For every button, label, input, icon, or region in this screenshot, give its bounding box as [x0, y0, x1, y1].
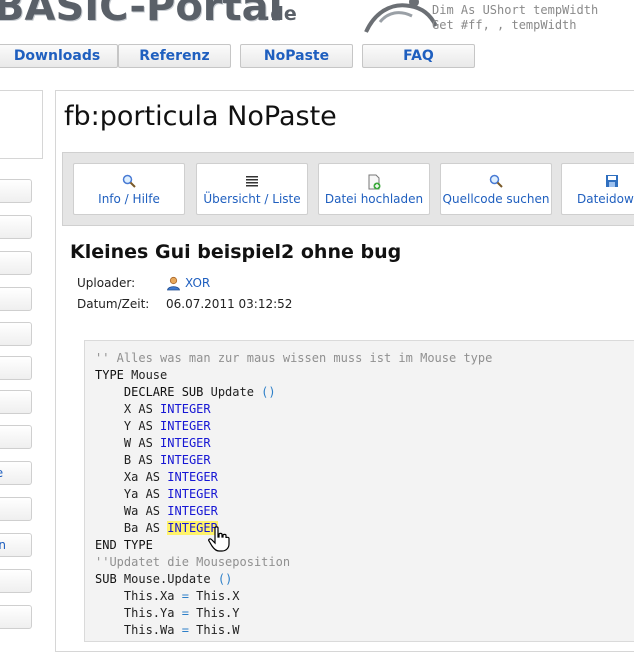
code-operator: = [181, 606, 189, 620]
code-text: Xa [95, 470, 146, 484]
code-operator: () [261, 385, 276, 399]
nav-referenz[interactable]: Referenz [118, 44, 231, 68]
sidebar-item[interactable] [0, 179, 32, 203]
code-keyword: SUB [95, 572, 117, 586]
info-help-button[interactable]: Info / Hilfe [73, 163, 185, 215]
code-keyword: AS [138, 436, 153, 450]
code-keyword: TYPE [95, 368, 124, 382]
code-text: Y [95, 419, 139, 433]
code-type: INTEGER [167, 470, 218, 484]
sidebar-item[interactable] [0, 322, 32, 346]
code-text: Ba [95, 521, 146, 535]
nav-downloads[interactable]: Downloads [0, 44, 118, 68]
sidebar-item[interactable]: te [0, 461, 32, 485]
file-download-button[interactable]: Dateidown [561, 163, 634, 215]
nav-nopaste[interactable]: NoPaste [240, 44, 353, 68]
code-text: Mouse.Update [116, 572, 218, 586]
sidebar-item[interactable] [0, 356, 32, 380]
code-type: INTEGER [160, 436, 211, 450]
user-icon [167, 276, 180, 291]
magnifier-icon [441, 174, 551, 191]
floppy-disk-icon [562, 174, 634, 191]
page-title: fb:porticula NoPaste [64, 101, 337, 132]
sidebar-box [0, 90, 43, 159]
code-text: Update [203, 385, 262, 399]
code-text: X [95, 402, 139, 416]
code-type: INTEGER [160, 453, 211, 467]
code-keyword: AS [138, 453, 153, 467]
code-keyword: AS [145, 487, 161, 501]
uploader-label: Uploader: [77, 276, 136, 290]
overview-list-button[interactable]: Übersicht / Liste [196, 163, 308, 215]
nav-faq[interactable]: FAQ [362, 44, 475, 68]
code-text: This.Wa [95, 623, 182, 637]
code-keyword: AS [145, 470, 161, 484]
document-add-icon [319, 174, 429, 193]
code-comment: '' Alles was man zur maus wissen muss is… [95, 351, 493, 365]
code-text: W [95, 436, 139, 450]
code-type: INTEGER [160, 419, 211, 433]
code-operator: = [181, 589, 189, 603]
code-text: This.Ya [95, 606, 182, 620]
code-keyword: END TYPE [95, 538, 153, 552]
nopaste-toolbar: Info / Hilfe Übersicht / Liste Datei hoc… [62, 152, 634, 226]
code-listing: '' Alles was man zur maus wissen muss is… [95, 350, 492, 639]
site-header: BASIC-Portal .de Dim As UShort tempWidth… [0, 0, 634, 38]
code-text: Wa [95, 504, 146, 518]
site-logo-tld: .de [263, 3, 297, 25]
search-source-button[interactable]: Quellcode suchen [440, 163, 552, 215]
date-value: 06.07.2011 03:12:52 [166, 297, 293, 311]
sidebar-item[interactable]: n [0, 605, 32, 629]
code-keyword: DECLARE SUB [95, 385, 204, 399]
code-keyword: AS [145, 521, 161, 535]
magnifier-icon [74, 174, 184, 191]
code-text: Mouse [123, 368, 168, 382]
sidebar-item[interactable] [0, 425, 32, 449]
upload-file-button[interactable]: Datei hochladen [318, 163, 430, 215]
code-comment: ''Updatet die Mouseposition [95, 555, 291, 569]
code-text: Ya [95, 487, 146, 501]
code-type: INTEGER [167, 504, 218, 518]
code-text: This.W [188, 623, 240, 637]
header-code-banner: Dim As UShort tempWidth Get #ff, , tempW… [432, 3, 599, 32]
code-keyword: AS [138, 419, 153, 433]
paste-title: Kleines Gui beispiel2 ohne bug [70, 241, 402, 263]
sidebar-item[interactable] [0, 215, 32, 239]
code-keyword: AS [145, 504, 161, 518]
code-type: INTEGER [167, 487, 218, 501]
sidebar-item[interactable] [0, 251, 32, 275]
code-text: This.Y [188, 606, 240, 620]
code-type: INTEGER [160, 402, 211, 416]
code-operator: = [181, 623, 189, 637]
sidebar-item[interactable] [0, 569, 32, 593]
list-icon [197, 174, 307, 191]
code-text: This.Xa [95, 589, 182, 603]
sidebar-item[interactable] [0, 287, 32, 311]
logo-mascot-icon [364, 0, 438, 33]
main-navigation: Downloads Referenz NoPaste FAQ [0, 40, 634, 76]
date-label: Datum/Zeit: [77, 297, 150, 311]
code-keyword: AS [138, 402, 153, 416]
hand-cursor-icon [208, 526, 230, 552]
sidebar-item[interactable] [0, 390, 32, 414]
sidebar-item[interactable]: en [0, 533, 32, 557]
uploader-link[interactable]: XOR [185, 276, 210, 290]
code-text: B [95, 453, 139, 467]
sidebar-item[interactable] [0, 497, 32, 521]
code-operator: () [217, 572, 233, 586]
site-logo[interactable]: BASIC-Portal [0, 0, 282, 30]
code-text: This.X [188, 589, 240, 603]
